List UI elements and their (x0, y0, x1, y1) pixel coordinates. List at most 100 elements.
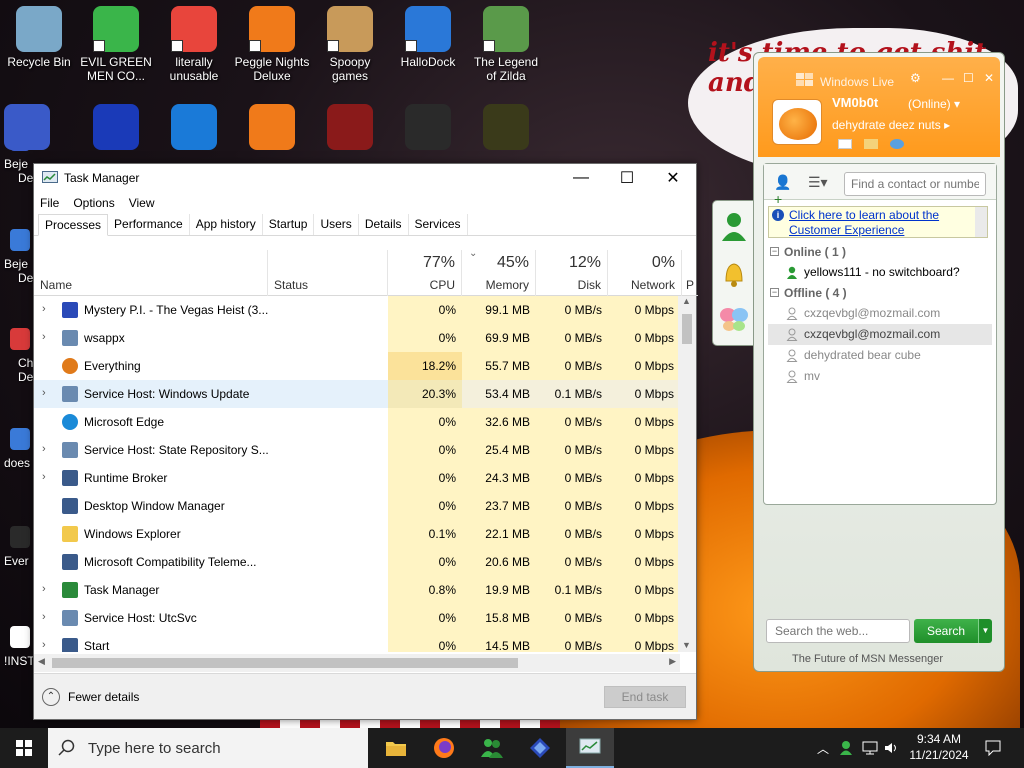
web-search-input[interactable] (766, 619, 910, 643)
taskbar-file-explorer[interactable] (372, 728, 420, 768)
tab-processes[interactable]: Processes (38, 214, 109, 236)
process-row[interactable]: Desktop Window Manager 0% 23.7 MB 0 MB/s 0 M… (34, 492, 680, 520)
tab-performance[interactable]: Performance (108, 214, 190, 235)
process-row[interactable]: Everything 18.2% 55.7 MB 0 MB/s 0 Mbps (34, 352, 680, 380)
process-row[interactable]: › Runtime Broker 0% 24.3 MB 0 MB/s 0 Mbps (34, 464, 680, 492)
banner-link[interactable]: Click here to learn about the Customer E… (789, 208, 987, 238)
expand-chevron-icon[interactable]: › (42, 611, 46, 623)
collapse-icon[interactable]: − (770, 288, 779, 297)
scroll-right-icon[interactable]: ▶ (669, 656, 676, 667)
column-status[interactable]: Status (268, 250, 388, 296)
add-contact-icon[interactable]: 👤+ (774, 174, 796, 207)
banner-scrollbar[interactable] (975, 207, 987, 237)
tray-network[interactable] (860, 728, 880, 768)
process-row[interactable]: Microsoft Edge 0% 32.6 MB 0 MB/s 0 Mbps (34, 408, 680, 436)
close-icon[interactable]: ✕ (984, 71, 994, 85)
search-dropdown-button[interactable]: ▼ (978, 619, 992, 643)
taskbar-firefox[interactable] (420, 728, 468, 768)
fewer-details-button[interactable]: ⌃ Fewer details (42, 688, 139, 706)
display-picture[interactable] (772, 99, 822, 145)
settings-icon[interactable]: ⚙ (910, 71, 921, 85)
contact-item[interactable]: mv (768, 366, 992, 387)
expand-chevron-icon[interactable]: › (42, 471, 46, 483)
menu-options[interactable]: Options (73, 196, 114, 210)
desktop-icon-6[interactable]: The Legend of Zilda (468, 6, 544, 83)
start-button[interactable] (0, 728, 48, 768)
maximize-icon[interactable]: ☐ (963, 71, 974, 85)
column-cpu[interactable]: 77% CPU (388, 250, 462, 296)
list-options-icon[interactable]: ☰▾ (808, 174, 830, 190)
desktop-icon-3[interactable]: Peggle Nights Deluxe (234, 6, 310, 83)
collapse-icon[interactable]: − (770, 247, 779, 256)
desktop-icon-2[interactable]: literally unusable (156, 6, 232, 83)
column-memory[interactable]: ⌄ 45% Memory (462, 248, 536, 296)
minimize-button[interactable]: — (558, 164, 604, 192)
contact-group-header[interactable]: − Online ( 1 ) (768, 242, 992, 262)
tab-users[interactable]: Users (314, 214, 359, 235)
edge-desktop-icon[interactable] (10, 129, 30, 151)
edge-desktop-icon[interactable] (10, 328, 30, 350)
process-row[interactable]: › Mystery P.I. - The Vegas Heist (3... 0% 9… (34, 296, 680, 324)
contact-item[interactable]: cxzqevbgl@mozmail.com (768, 303, 992, 324)
taskbar-clock[interactable]: 9:34 AM 11/21/2024 (904, 731, 974, 763)
username[interactable]: VM0b0t (832, 95, 878, 110)
online-status[interactable]: (Online) ▾ (908, 97, 960, 111)
minimize-icon[interactable]: — (942, 71, 954, 85)
process-row[interactable]: Microsoft Compatibility Teleme... 0% 20.6 … (34, 548, 680, 576)
desktop-icon-row2-1[interactable] (78, 104, 154, 153)
edge-desktop-icon[interactable] (10, 626, 30, 648)
scroll-down-icon[interactable]: ▼ (682, 640, 691, 650)
desktop-icon-row2-4[interactable] (312, 104, 388, 153)
column-power[interactable]: P (682, 250, 698, 296)
contact-group-header[interactable]: − Offline ( 4 ) (768, 283, 992, 303)
taskbar-task-manager[interactable] (566, 728, 614, 768)
task-manager-titlebar[interactable]: Task Manager — ☐ ✕ (34, 164, 696, 192)
process-row[interactable]: › wsappx 0% 69.9 MB 0 MB/s 0 Mbps (34, 324, 680, 352)
search-button[interactable]: Search (914, 619, 978, 643)
desktop-icon-row2-2[interactable] (156, 104, 232, 153)
info-banner[interactable]: i Click here to learn about the Customer… (768, 206, 988, 238)
mail-icon[interactable] (838, 139, 852, 149)
desktop-icon-row2-5[interactable] (390, 104, 466, 153)
process-row[interactable]: › Service Host: State Repository S... 0% 25… (34, 436, 680, 464)
edge-desktop-icon[interactable] (10, 229, 30, 251)
end-task-button[interactable]: End task (604, 686, 686, 708)
taskbar-search[interactable]: Type here to search (48, 728, 368, 768)
contact-item[interactable]: yellows111 - no switchboard? (768, 262, 992, 283)
expand-chevron-icon[interactable]: › (42, 387, 46, 399)
activities-tab-button[interactable] (717, 299, 751, 339)
expand-chevron-icon[interactable]: › (42, 583, 46, 595)
edge-desktop-icon[interactable] (10, 428, 30, 450)
close-button[interactable]: ✕ (650, 164, 696, 192)
column-network[interactable]: 0% Network (608, 250, 682, 296)
horizontal-scrollbar[interactable]: ◀ ▶ (34, 654, 680, 672)
expand-chevron-icon[interactable]: › (42, 331, 46, 343)
process-row[interactable]: › Service Host: UtcSvc 0% 15.8 MB 0 MB/s 0 Mb… (34, 604, 680, 632)
spaces-icon[interactable] (864, 139, 878, 149)
tray-overflow-button[interactable]: ︿ (814, 728, 832, 768)
contact-item[interactable]: dehydrated bear cube (768, 345, 992, 366)
msn-globe-icon[interactable] (890, 139, 904, 149)
process-row[interactable]: › Start 0% 14.5 MB 0 MB/s 0 Mbps (34, 632, 680, 652)
contacts-tab-button[interactable] (717, 207, 751, 247)
tab-services[interactable]: Services (409, 214, 468, 235)
tab-startup[interactable]: Startup (263, 214, 315, 235)
horizontal-scroll-thumb[interactable] (52, 658, 518, 668)
expand-chevron-icon[interactable]: › (42, 303, 46, 315)
desktop-icon-row2-3[interactable] (234, 104, 310, 153)
menu-view[interactable]: View (129, 196, 155, 210)
scroll-up-icon[interactable]: ▲ (682, 296, 691, 306)
column-disk[interactable]: 12% Disk (536, 250, 608, 296)
notification-center-button[interactable] (978, 728, 1008, 768)
find-contact-input[interactable] (844, 172, 986, 196)
column-name[interactable]: Name (34, 250, 268, 296)
tray-volume[interactable] (882, 728, 902, 768)
process-row[interactable]: › Service Host: Windows Update 20.3% 53.4 M… (34, 380, 680, 408)
process-row[interactable]: › Task Manager 0.8% 19.9 MB 0.1 MB/s 0 Mbps (34, 576, 680, 604)
taskbar-messenger[interactable] (468, 728, 516, 768)
expand-chevron-icon[interactable]: › (42, 639, 46, 651)
menu-file[interactable]: File (40, 196, 59, 210)
tab-app-history[interactable]: App history (190, 214, 263, 235)
alerts-tab-button[interactable] (717, 253, 751, 293)
desktop-icon-4[interactable]: Spoopy games (312, 6, 388, 83)
